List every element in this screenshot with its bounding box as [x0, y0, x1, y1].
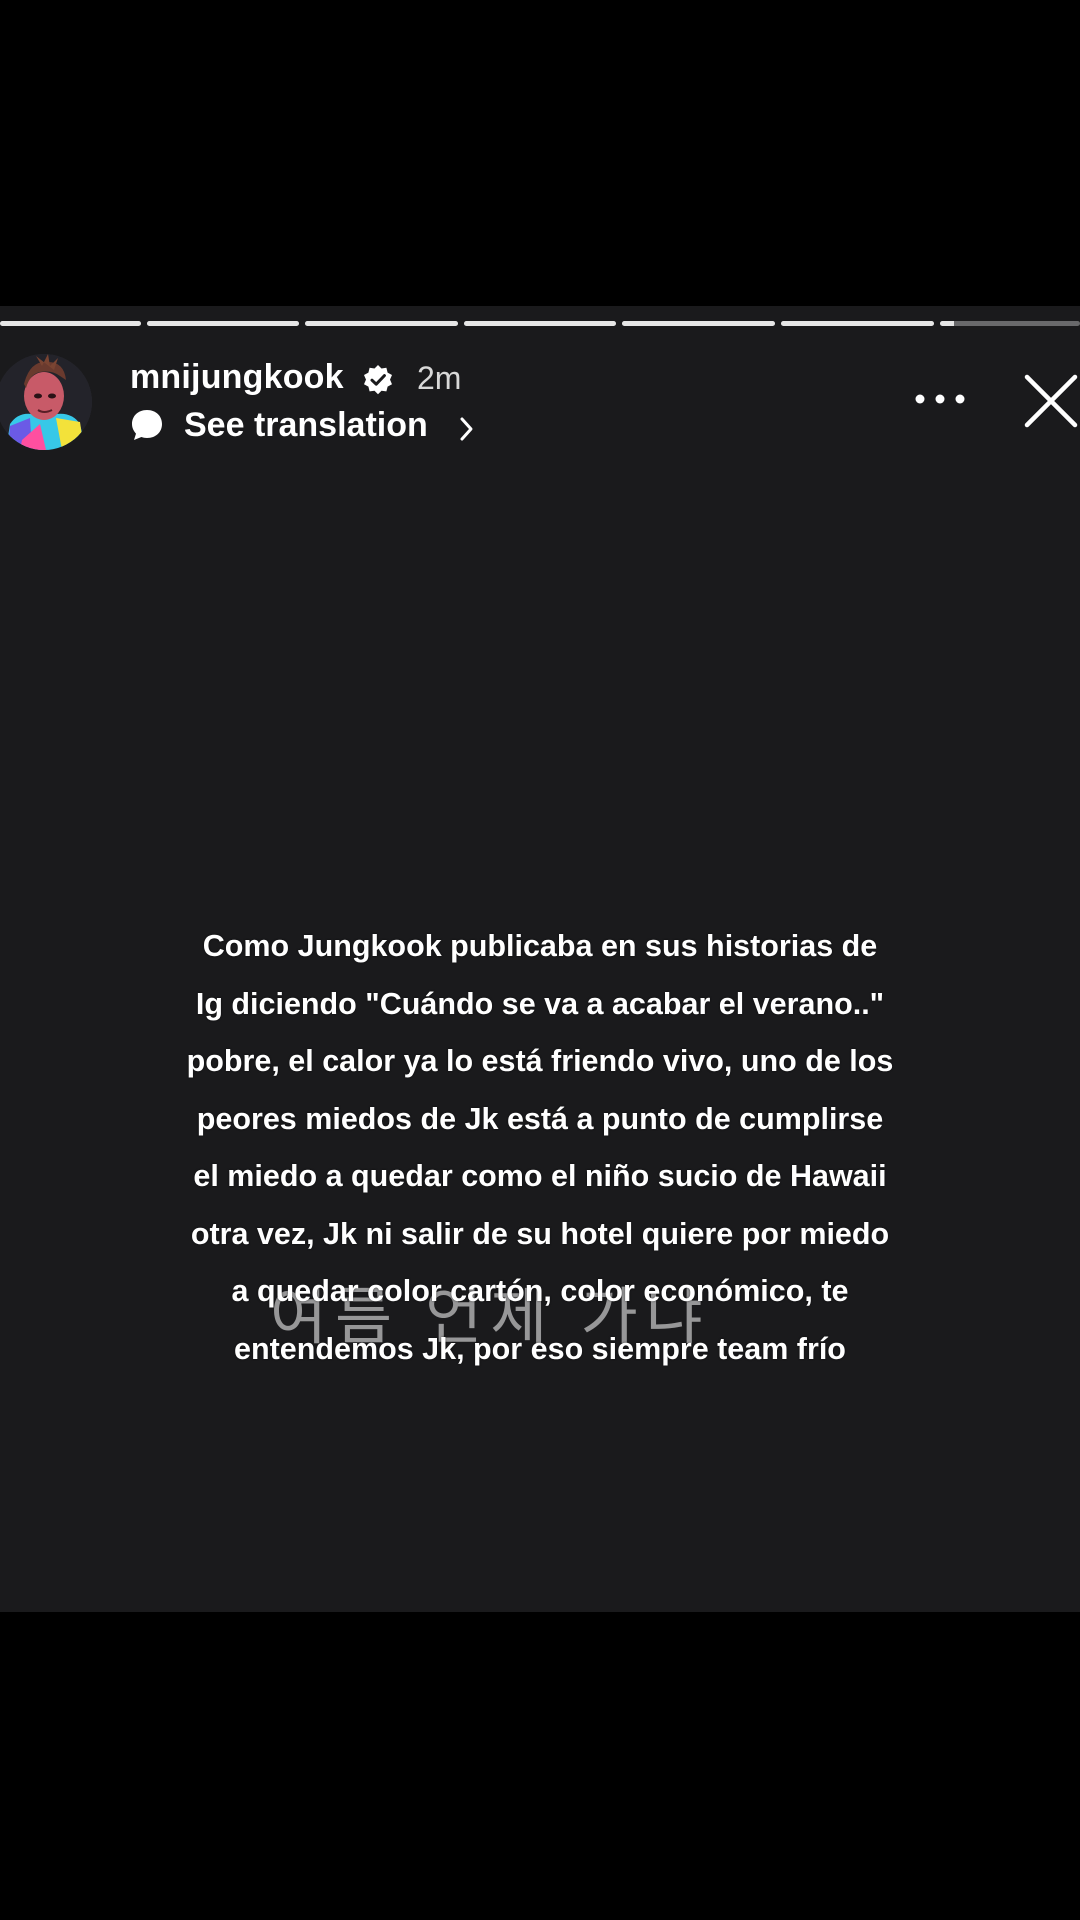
- progress-segment: [147, 321, 299, 326]
- verified-badge-icon: [362, 364, 394, 396]
- caption-line: Ig diciendo "Cuándo se va a acabar el ve…: [195, 986, 885, 1021]
- username[interactable]: mnijungkook: [130, 358, 344, 397]
- more-options-button[interactable]: [908, 384, 972, 414]
- caption-line: el miedo a quedar como el niño sucio de …: [193, 1159, 887, 1193]
- caption-line: otra vez, Jk ni salir de su hotel quiere…: [190, 1216, 890, 1251]
- see-translation-label: See translation: [184, 406, 428, 444]
- story-header: mnijungkook 2m See translation: [0, 348, 1080, 458]
- progress-segment: [305, 321, 458, 326]
- progress-segment: [622, 321, 775, 326]
- progress-segment: [0, 321, 141, 326]
- caption-line: peores miedos de Jk está a punto de cump…: [196, 1101, 884, 1136]
- caption-line: pobre, el calor ya lo está friendo vivo,…: [186, 1044, 894, 1078]
- avatar[interactable]: [0, 354, 92, 450]
- speech-bubble-icon: [130, 408, 164, 442]
- caption-line: a quedar color cartón, color económico, …: [231, 1274, 849, 1308]
- screen: mnijungkook 2m See translation 여름 언제 가냐 …: [0, 0, 1080, 1920]
- timestamp: 2m: [417, 360, 462, 396]
- caption-line: entendemos Jk, por eso siempre team frío: [234, 1331, 846, 1366]
- close-icon: [1024, 374, 1078, 428]
- caption-text: Como Jungkook publicaba en sus historias…: [120, 918, 960, 1378]
- chevron-right-icon: [456, 414, 478, 444]
- progress-segment: [781, 321, 934, 326]
- story-progress-bar: [0, 321, 1080, 327]
- close-button[interactable]: [1022, 372, 1080, 430]
- story-frame[interactable]: mnijungkook 2m See translation 여름 언제 가냐 …: [0, 306, 1080, 1612]
- caption-line: Como Jungkook publicaba en sus historias…: [202, 929, 878, 963]
- more-dots-icon: [915, 394, 965, 404]
- progress-segment: [464, 321, 616, 326]
- progress-segment-current: [940, 321, 1080, 326]
